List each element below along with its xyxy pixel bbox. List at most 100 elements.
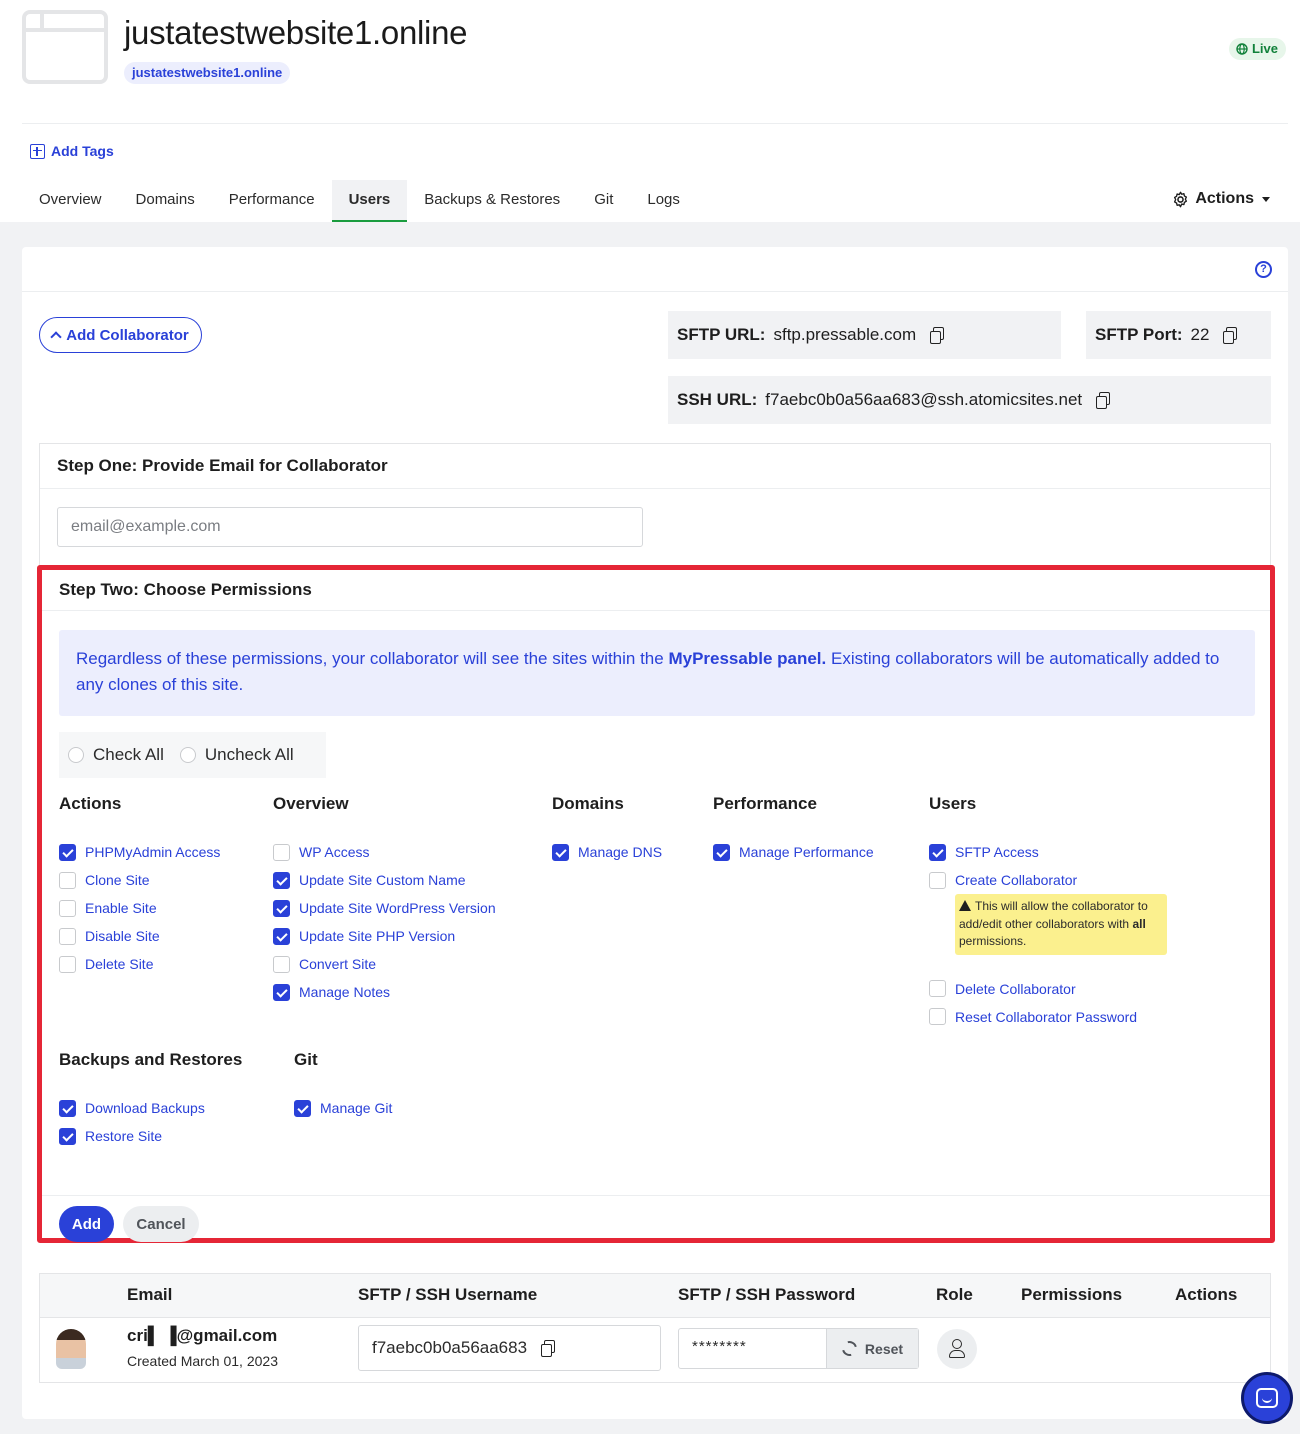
tab-users[interactable]: Users (331, 180, 408, 222)
permission-option[interactable]: Restore Site (59, 1122, 242, 1150)
checkbox[interactable] (59, 871, 76, 889)
radio-button[interactable] (179, 747, 196, 763)
permission-label: Delete Site (85, 956, 154, 972)
checkbox[interactable] (713, 843, 730, 861)
checkbox[interactable] (273, 983, 290, 1001)
tab-git[interactable]: Git (577, 180, 630, 222)
warning-icon (959, 900, 971, 911)
permission-option[interactable]: Convert Site (273, 950, 496, 978)
help-icon[interactable]: ? (1255, 261, 1272, 278)
tab-overview[interactable]: Overview (22, 180, 119, 222)
plus-square-icon (30, 143, 45, 159)
permission-option[interactable]: Reset Collaborator Password (929, 1003, 1167, 1031)
permission-option[interactable]: Manage Performance (713, 838, 874, 866)
permission-option[interactable]: Manage Git (294, 1094, 392, 1122)
checkbox[interactable] (273, 927, 290, 945)
add-collaborator-button[interactable]: Add Collaborator (39, 317, 202, 353)
permission-option[interactable]: Delete Collaborator (929, 975, 1167, 1003)
permission-label: Manage Notes (299, 984, 391, 1000)
permission-group-actions: Actions PHPMyAdmin Access Clone Site Enabl… (59, 794, 220, 978)
chat-icon (1256, 1388, 1278, 1408)
checkbox[interactable] (552, 843, 569, 861)
warning-note: This will allow the collaborator to add/… (955, 894, 1167, 955)
checkbox[interactable] (273, 843, 290, 861)
permission-option[interactable]: Clone Site (59, 866, 220, 894)
checkbox[interactable] (59, 1127, 76, 1145)
checkbox[interactable] (294, 1099, 311, 1117)
copy-icon[interactable] (930, 327, 945, 344)
tab-performance[interactable]: Performance (212, 180, 332, 222)
globe-icon (1236, 43, 1248, 55)
copy-icon[interactable] (541, 1340, 556, 1357)
permission-label: WP Access (299, 844, 370, 860)
sftp-port-label: SFTP Port: (1095, 325, 1183, 344)
add-tags-button[interactable]: Add Tags (30, 143, 114, 159)
domain-badge[interactable]: justatestwebsite1.online (124, 62, 291, 84)
collaborator-email-input[interactable] (57, 507, 643, 547)
permission-label: Update Site Custom Name (299, 872, 466, 888)
checkbox[interactable] (59, 927, 76, 945)
username-field[interactable]: f7aebc0b0a56aa683 (358, 1325, 661, 1371)
column-header-password: SFTP / SSH Password (678, 1285, 856, 1304)
actions-dropdown[interactable]: Actions (1172, 190, 1270, 208)
permission-option[interactable]: Disable Site (59, 922, 220, 950)
reset-password-button[interactable]: Reset (826, 1329, 918, 1368)
permission-option[interactable]: Update Site WordPress Version (273, 894, 496, 922)
warning-text: permissions. (959, 934, 1027, 948)
permission-group-performance: Performance Manage Performance (713, 794, 874, 866)
chat-support-button[interactable] (1241, 1372, 1293, 1424)
divider (42, 610, 1270, 611)
permission-option[interactable]: Delete Site (59, 950, 220, 978)
copy-icon[interactable] (1096, 392, 1111, 409)
permission-label: PHPMyAdmin Access (85, 844, 221, 860)
table-header: Email SFTP / SSH Username SFTP / SSH Pas… (40, 1274, 1270, 1318)
ssh-url-label: SSH URL: (677, 390, 758, 409)
site-tabs: Overview Domains Performance Users Backu… (22, 180, 697, 222)
checkbox[interactable] (59, 899, 76, 917)
tab-logs[interactable]: Logs (630, 180, 697, 222)
checkbox[interactable] (929, 843, 946, 861)
role-user-icon[interactable] (937, 1329, 977, 1369)
checkbox[interactable] (59, 955, 76, 973)
permission-option[interactable]: Manage Notes (273, 978, 496, 1006)
radio-button[interactable] (68, 747, 84, 763)
copy-icon[interactable] (1223, 327, 1238, 344)
cancel-button[interactable]: Cancel (123, 1206, 199, 1242)
permission-option[interactable]: WP Access (273, 838, 496, 866)
permission-option[interactable]: Enable Site (59, 894, 220, 922)
permission-option[interactable]: Manage DNS (552, 838, 662, 866)
permission-option[interactable]: Update Site PHP Version (273, 922, 496, 950)
permission-option[interactable]: Update Site Custom Name (273, 866, 496, 894)
checkbox[interactable] (273, 871, 290, 889)
permission-option[interactable]: Download Backups (59, 1094, 242, 1122)
password-value: ******** (692, 1338, 747, 1355)
user-head-shape (952, 1339, 962, 1349)
checkbox[interactable] (929, 871, 946, 889)
username-value: f7aebc0b0a56aa683 (372, 1338, 528, 1357)
permission-label: Disable Site (85, 928, 160, 944)
notice-text: Regardless of these permissions, your co… (76, 649, 669, 668)
permission-label: Restore Site (85, 1128, 163, 1144)
checkbox[interactable] (273, 955, 290, 973)
warning-text-bold: all (1132, 916, 1146, 931)
checkbox[interactable] (59, 1099, 76, 1117)
tab-domains[interactable]: Domains (119, 180, 212, 222)
checkbox[interactable] (929, 980, 946, 997)
page-title: justatestwebsite1.online (124, 14, 468, 51)
permission-option[interactable]: Create Collaborator (929, 866, 1167, 894)
actions-label: Actions (1195, 190, 1254, 207)
sftp-port-value: 22 (1190, 325, 1210, 344)
check-all-option[interactable]: Check All (68, 745, 164, 765)
permission-group-users: Users SFTP Access Create Collaborator This… (929, 794, 1167, 1031)
user-body-shape (949, 1350, 965, 1358)
checkbox[interactable] (273, 899, 290, 917)
checkbox[interactable] (929, 1008, 946, 1025)
tab-backups-restores[interactable]: Backups & Restores (407, 180, 577, 222)
permission-group-overview: Overview WP Access Update Site Custom Nam… (273, 794, 496, 1006)
password-field[interactable]: ******** Reset (678, 1328, 919, 1369)
add-button[interactable]: Add (59, 1206, 114, 1242)
uncheck-all-option[interactable]: Uncheck All (179, 745, 294, 765)
permission-option[interactable]: SFTP Access (929, 838, 1167, 866)
permission-option[interactable]: PHPMyAdmin Access (59, 838, 220, 866)
checkbox[interactable] (59, 843, 76, 861)
